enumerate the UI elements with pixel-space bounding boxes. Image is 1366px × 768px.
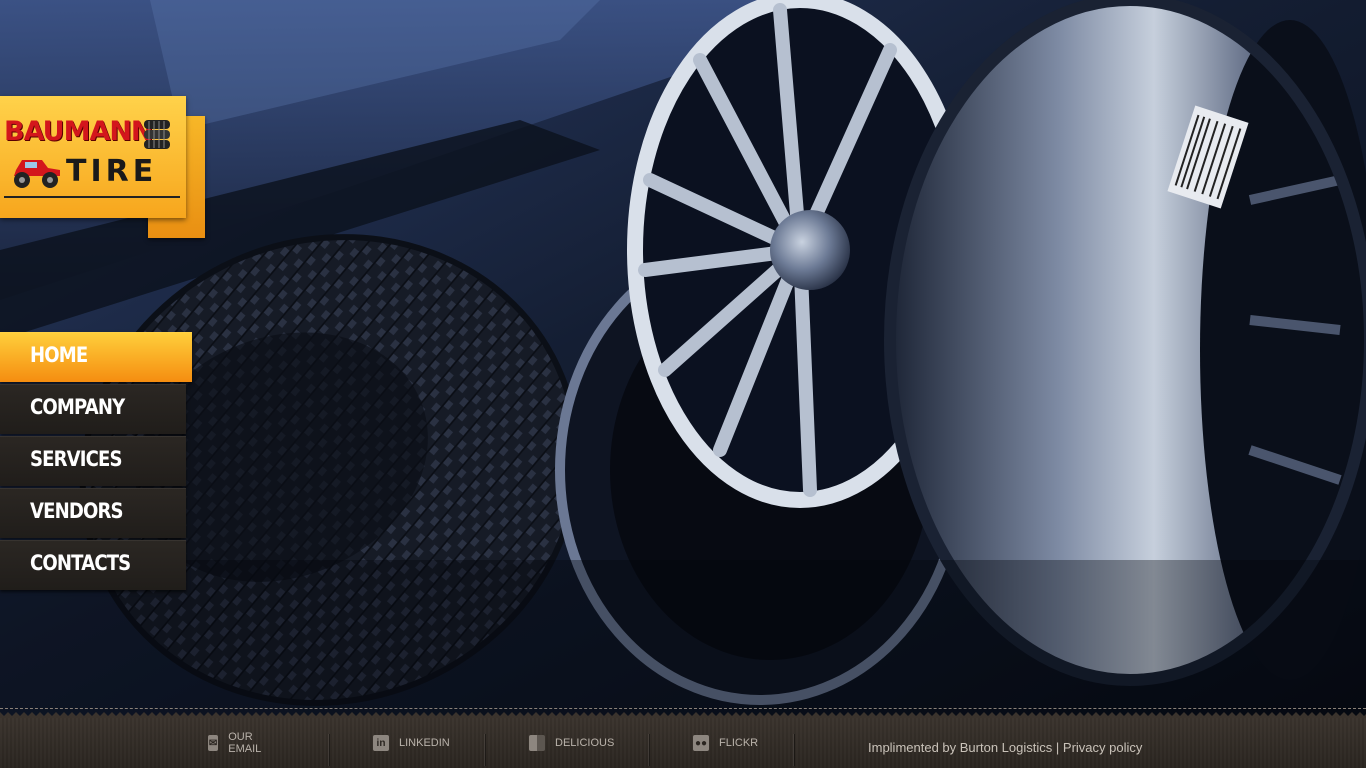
footer-credits: Implimented by Burton Logistics | Privac… [868, 740, 1142, 755]
nav-item-services[interactable]: SERVICES [0, 436, 186, 486]
nav-item-label: COMPANY [30, 395, 125, 419]
nav-item-label: SERVICES [30, 447, 123, 471]
social-label: DELICIOUS [555, 737, 615, 749]
footer-divider [484, 734, 485, 766]
social-label: LINKEDIN [399, 737, 450, 749]
logo-underline [4, 196, 180, 198]
credit-separator: | [1055, 740, 1060, 755]
credit-text: Implimented by Burton Logistics [868, 740, 1053, 755]
nav-item-home[interactable]: HOME [0, 332, 192, 382]
footer-dashed-line [0, 708, 1366, 709]
footer-divider [328, 734, 329, 766]
delicious-icon [529, 735, 545, 751]
nav-item-company[interactable]: COMPANY [0, 384, 186, 434]
linkedin-icon: in [373, 735, 389, 751]
logo-panel: BAUMANN TIRE [0, 96, 186, 218]
main-nav: HOME COMPANY SERVICES VENDORS CONTACTS [0, 332, 192, 592]
footer-divider [648, 734, 649, 766]
mail-icon: ✉ [208, 735, 219, 751]
social-email-link[interactable]: ✉ OUR EMAIL [208, 731, 267, 755]
site-logo[interactable]: BAUMANN TIRE [0, 96, 205, 238]
flickr-icon: ●● [693, 735, 709, 751]
privacy-policy-link[interactable]: Privacy policy [1063, 740, 1142, 755]
tire-stack-icon [144, 120, 170, 149]
nav-item-label: CONTACTS [30, 551, 131, 575]
nav-item-contacts[interactable]: CONTACTS [0, 540, 186, 590]
logo-line-2: TIRE [66, 154, 158, 189]
social-flickr-link[interactable]: ●● FLICKR [693, 732, 758, 754]
social-label: FLICKR [719, 737, 759, 749]
nav-item-label: VENDORS [30, 499, 124, 523]
logo-line-1: BAUMANN [4, 116, 154, 147]
social-linkedin-link[interactable]: in LINKEDIN [373, 732, 450, 754]
nav-item-label: HOME [30, 343, 88, 367]
social-label: OUR EMAIL [228, 731, 262, 755]
nav-item-vendors[interactable]: VENDORS [0, 488, 186, 538]
social-delicious-link[interactable]: DELICIOUS [529, 732, 614, 754]
footer-divider [793, 734, 794, 766]
monster-truck-icon [14, 160, 60, 188]
site-footer: ✉ OUR EMAIL in LINKEDIN DELICIOUS ●● FLI… [0, 708, 1366, 768]
